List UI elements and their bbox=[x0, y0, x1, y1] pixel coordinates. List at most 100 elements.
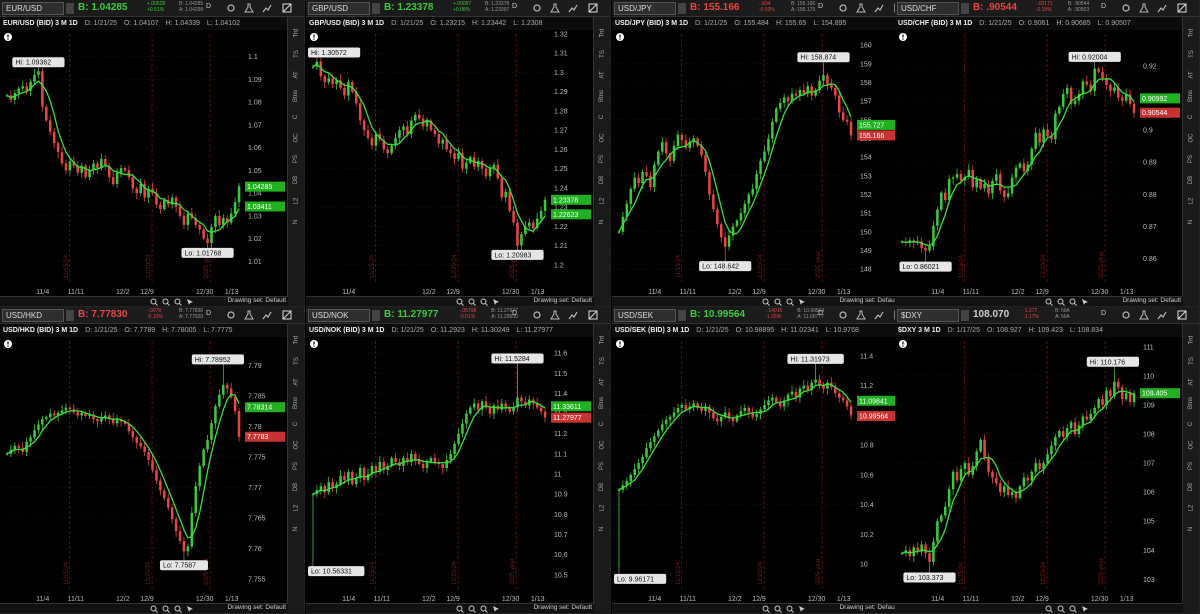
zoom-icon[interactable] bbox=[1045, 298, 1053, 306]
side-tab-ps[interactable]: PS bbox=[1183, 456, 1199, 476]
pointer-icon[interactable] bbox=[798, 605, 806, 613]
side-tab-ps[interactable]: PS bbox=[1183, 149, 1199, 169]
pointer-icon[interactable] bbox=[492, 605, 500, 613]
price-chart[interactable]: 11.611.511.411.311.211.11110.910.810.710… bbox=[306, 307, 594, 604]
crosshair-icon[interactable] bbox=[468, 605, 476, 613]
crosshair-icon[interactable] bbox=[774, 605, 782, 613]
side-tab-n[interactable]: N bbox=[288, 519, 304, 539]
side-tab-oc[interactable]: OC bbox=[594, 435, 610, 455]
zoom-out-icon[interactable] bbox=[1069, 605, 1077, 613]
price-chart[interactable]: 1.321.311.31.291.281.271.261.251.241.231… bbox=[306, 0, 594, 297]
info-icon[interactable] bbox=[4, 33, 12, 41]
side-tab-n[interactable]: N bbox=[1183, 519, 1199, 539]
side-tab-ps[interactable]: PS bbox=[594, 149, 610, 169]
pointer-icon[interactable] bbox=[1081, 298, 1089, 306]
info-icon[interactable] bbox=[616, 340, 624, 348]
side-tab-db[interactable]: DB bbox=[1183, 477, 1199, 497]
side-tab-ts[interactable]: TS bbox=[1183, 44, 1199, 64]
side-tab-at[interactable]: AT bbox=[1183, 372, 1199, 392]
zoom-out-icon[interactable] bbox=[786, 605, 794, 613]
side-tab-at[interactable]: AT bbox=[288, 65, 304, 85]
info-icon[interactable] bbox=[310, 33, 318, 41]
side-tab-oc[interactable]: OC bbox=[288, 128, 304, 148]
drawing-set-selector[interactable]: Drawing set: Default bbox=[533, 297, 592, 304]
price-chart[interactable]: 7.79 7.785 7.78 7.775 7.77 7.765 7.76 7.755 11/1… bbox=[0, 307, 288, 604]
zoom-icon[interactable] bbox=[150, 298, 158, 306]
side-tab-c[interactable]: C bbox=[594, 107, 610, 127]
side-tab-btns[interactable]: Btns bbox=[288, 86, 304, 106]
side-tab-trd[interactable]: Trd bbox=[1183, 330, 1199, 350]
zoom-icon[interactable] bbox=[762, 605, 770, 613]
side-tab-n[interactable]: N bbox=[1183, 212, 1199, 232]
zoom-out-icon[interactable] bbox=[1069, 298, 1077, 306]
side-tab-ts[interactable]: TS bbox=[594, 351, 610, 371]
crosshair-icon[interactable] bbox=[468, 298, 476, 306]
side-tab-ps[interactable]: PS bbox=[288, 149, 304, 169]
side-tab-ts[interactable]: TS bbox=[1183, 351, 1199, 371]
price-chart[interactable]: 1.1 1.09 1.08 1.07 1.06 1.05 1.04 1.03 1.02 1.01 1… bbox=[0, 0, 288, 297]
zoom-icon[interactable] bbox=[762, 298, 770, 306]
side-tab-l2[interactable]: L2 bbox=[288, 191, 304, 211]
side-tab-oc[interactable]: OC bbox=[288, 435, 304, 455]
side-tab-n[interactable]: N bbox=[594, 519, 610, 539]
pointer-icon[interactable] bbox=[186, 605, 194, 613]
side-tab-ts[interactable]: TS bbox=[288, 351, 304, 371]
side-tab-at[interactable]: AT bbox=[594, 372, 610, 392]
info-icon[interactable] bbox=[899, 340, 907, 348]
side-tab-btns[interactable]: Btns bbox=[1183, 393, 1199, 413]
side-tab-oc[interactable]: OC bbox=[1183, 128, 1199, 148]
crosshair-icon[interactable] bbox=[1057, 605, 1065, 613]
side-tab-btns[interactable]: Btns bbox=[594, 393, 610, 413]
pointer-icon[interactable] bbox=[186, 298, 194, 306]
side-tab-c[interactable]: C bbox=[1183, 107, 1199, 127]
side-tab-l2[interactable]: L2 bbox=[594, 498, 610, 518]
price-chart[interactable]: 111 110 109 108 107 106 105 104 103 11/15/24 12/20… bbox=[895, 307, 1183, 604]
side-tab-ps[interactable]: PS bbox=[594, 456, 610, 476]
side-tab-db[interactable]: DB bbox=[288, 477, 304, 497]
side-tab-l2[interactable]: L2 bbox=[594, 191, 610, 211]
info-icon[interactable] bbox=[616, 33, 624, 41]
zoom-icon[interactable] bbox=[1045, 605, 1053, 613]
zoom-out-icon[interactable] bbox=[174, 298, 182, 306]
pointer-icon[interactable] bbox=[492, 298, 500, 306]
drawing-set-selector[interactable]: Drawing set: Default bbox=[227, 297, 286, 304]
side-tab-l2[interactable]: L2 bbox=[1183, 191, 1199, 211]
info-icon[interactable] bbox=[4, 340, 12, 348]
drawing-set-selector[interactable]: Drawing set: Default bbox=[839, 604, 898, 611]
side-tab-c[interactable]: C bbox=[1183, 414, 1199, 434]
zoom-out-icon[interactable] bbox=[174, 605, 182, 613]
side-tab-oc[interactable]: OC bbox=[594, 128, 610, 148]
price-chart[interactable]: 1601591581571561551541531521511501491481… bbox=[612, 0, 900, 297]
pointer-icon[interactable] bbox=[798, 298, 806, 306]
side-tab-trd[interactable]: Trd bbox=[288, 330, 304, 350]
side-tab-btns[interactable]: Btns bbox=[288, 393, 304, 413]
side-tab-trd[interactable]: Trd bbox=[594, 330, 610, 350]
drawing-set-selector[interactable]: Drawing set: Default bbox=[839, 297, 898, 304]
price-chart[interactable]: 0.920.910.90.890.880.870.8611/15/2412/20… bbox=[895, 0, 1183, 297]
side-tab-c[interactable]: C bbox=[288, 107, 304, 127]
side-tab-db[interactable]: DB bbox=[288, 170, 304, 190]
side-tab-oc[interactable]: OC bbox=[1183, 435, 1199, 455]
drawing-set-selector[interactable]: Drawing set: Default bbox=[1122, 297, 1181, 304]
crosshair-icon[interactable] bbox=[162, 298, 170, 306]
zoom-icon[interactable] bbox=[456, 298, 464, 306]
side-tab-at[interactable]: AT bbox=[288, 372, 304, 392]
side-tab-trd[interactable]: Trd bbox=[594, 23, 610, 43]
pointer-icon[interactable] bbox=[1081, 605, 1089, 613]
side-tab-db[interactable]: DB bbox=[1183, 170, 1199, 190]
drawing-set-selector[interactable]: Drawing set: Default bbox=[227, 604, 286, 611]
zoom-icon[interactable] bbox=[150, 605, 158, 613]
side-tab-ps[interactable]: PS bbox=[288, 456, 304, 476]
side-tab-btns[interactable]: Btns bbox=[594, 86, 610, 106]
crosshair-icon[interactable] bbox=[162, 605, 170, 613]
crosshair-icon[interactable] bbox=[774, 298, 782, 306]
side-tab-db[interactable]: DB bbox=[594, 477, 610, 497]
side-tab-at[interactable]: AT bbox=[594, 65, 610, 85]
side-tab-at[interactable]: AT bbox=[1183, 65, 1199, 85]
zoom-out-icon[interactable] bbox=[786, 298, 794, 306]
side-tab-trd[interactable]: Trd bbox=[288, 23, 304, 43]
side-tab-l2[interactable]: L2 bbox=[288, 498, 304, 518]
side-tab-db[interactable]: DB bbox=[594, 170, 610, 190]
crosshair-icon[interactable] bbox=[1057, 298, 1065, 306]
zoom-out-icon[interactable] bbox=[480, 605, 488, 613]
